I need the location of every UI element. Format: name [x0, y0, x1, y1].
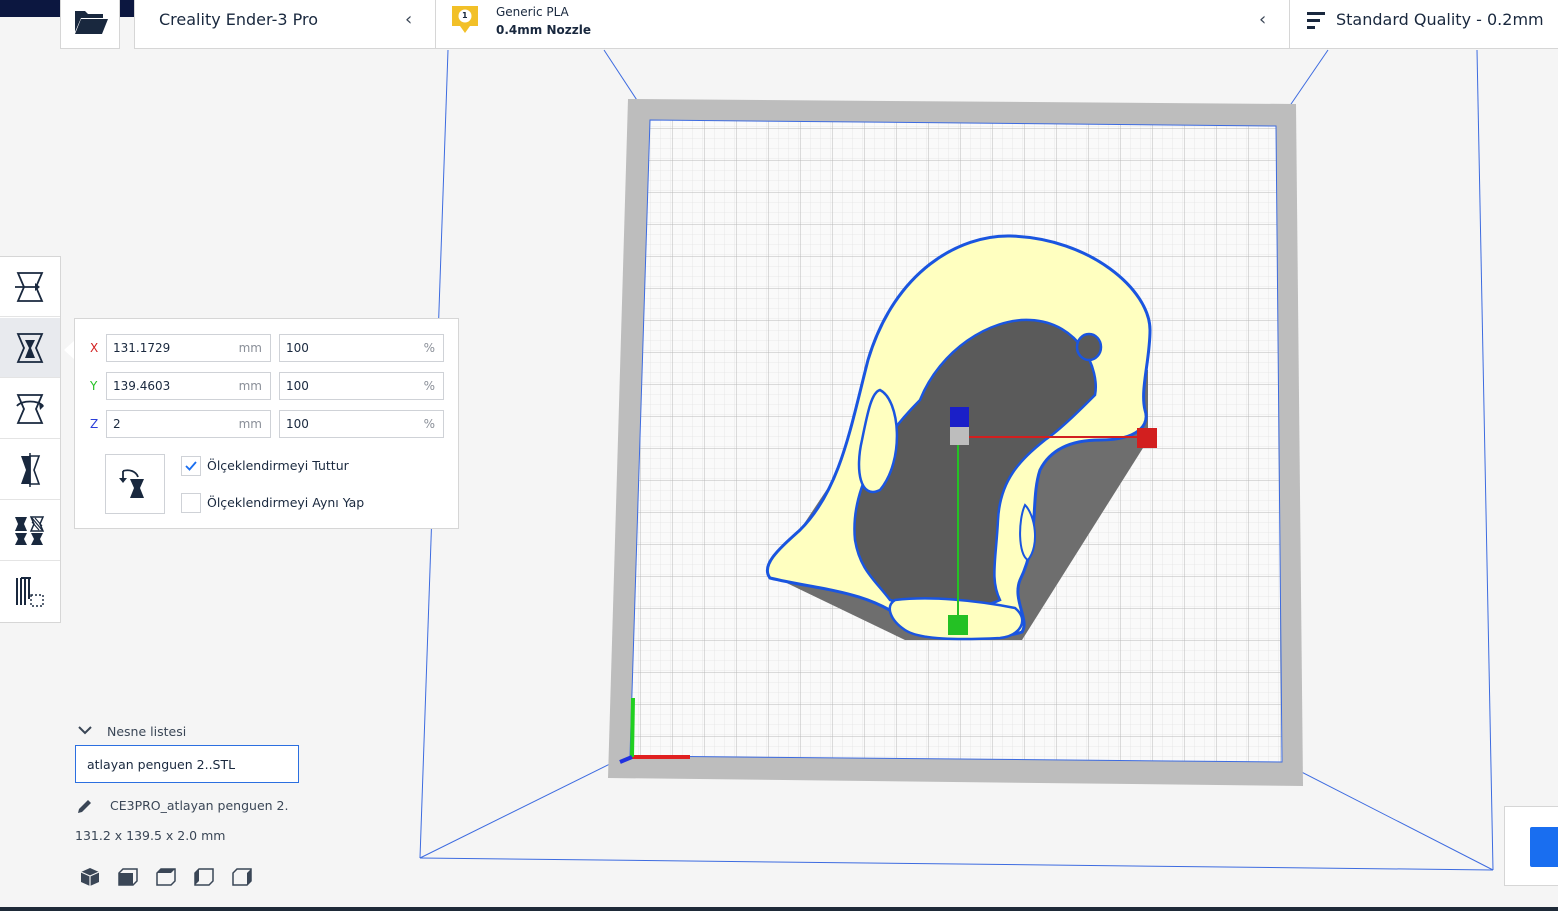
cube-right-icon [232, 868, 252, 886]
chevron-down-icon[interactable] [77, 725, 93, 737]
z-percent-field[interactable]: 100 % [279, 410, 444, 438]
keep-proportions-label: Ölçeklendirmeyi Tuttur [207, 458, 349, 473]
x-size-field[interactable]: 131.1729 mm [106, 334, 271, 362]
rotate-icon [16, 393, 44, 424]
reset-scale-button[interactable] [105, 454, 165, 514]
z-size-value: 2 [113, 417, 121, 431]
cube-3d-icon [80, 868, 100, 886]
mirror-icon [21, 452, 41, 487]
uniform-scaling-label: Ölçeklendirmeyi Aynı Yap [207, 495, 365, 510]
per-model-settings-button[interactable] [0, 501, 60, 561]
slice-button[interactable] [1530, 827, 1558, 867]
view-top-button[interactable] [152, 863, 180, 891]
x-axis-label: X [90, 341, 99, 355]
x-percent-unit: % [423, 341, 435, 355]
mirror-tool-button[interactable] [0, 440, 60, 500]
taskbar-fragment [0, 907, 1558, 911]
view-right-button[interactable] [228, 863, 256, 891]
job-name[interactable]: CE3PRO_atlayan penguen 2. [110, 798, 288, 813]
view-left-button[interactable] [190, 863, 218, 891]
scale-panel: X 131.1729 mm 100 % Y 139.4603 mm 100 % … [74, 318, 459, 529]
y-size-field[interactable]: 139.4603 mm [106, 372, 271, 400]
checkmark-icon [185, 461, 197, 471]
support-blocker-icon [16, 577, 44, 607]
scale-tool-button[interactable] [0, 318, 60, 378]
cube-front-icon [118, 868, 138, 886]
pencil-icon[interactable] [76, 797, 94, 815]
x-percent-value: 100 [286, 341, 309, 355]
tool-sidebar [0, 256, 61, 623]
x-size-unit: mm [238, 341, 262, 355]
move-tool-button[interactable] [0, 257, 60, 317]
cube-top-icon [156, 868, 176, 886]
z-axis-label: Z [90, 417, 99, 431]
keep-proportions-checkbox[interactable] [181, 456, 201, 476]
z-percent-unit: % [423, 417, 435, 431]
z-percent-value: 100 [286, 417, 309, 431]
uniform-scaling-checkbox[interactable] [181, 493, 201, 513]
view-front-button[interactable] [114, 863, 142, 891]
x-size-value: 131.1729 [113, 341, 171, 355]
y-size-value: 139.4603 [113, 379, 171, 393]
object-list-item-label: atlayan penguen 2..STL [87, 757, 236, 772]
object-list-item[interactable]: atlayan penguen 2..STL [75, 745, 299, 783]
object-list-title[interactable]: Nesne listesi [107, 724, 186, 739]
y-percent-field[interactable]: 100 % [279, 372, 444, 400]
model-dimensions: 131.2 x 139.5 x 2.0 mm [75, 828, 226, 843]
support-blocker-button[interactable] [0, 562, 60, 622]
view-3d-button[interactable] [76, 863, 104, 891]
y-axis-label: Y [90, 379, 98, 393]
rotate-tool-button[interactable] [0, 379, 60, 439]
x-percent-field[interactable]: 100 % [279, 334, 444, 362]
y-size-unit: mm [238, 379, 262, 393]
y-percent-unit: % [423, 379, 435, 393]
move-icon [15, 271, 44, 302]
per-model-settings-icon [15, 515, 45, 545]
cube-left-icon [194, 868, 214, 886]
y-percent-value: 100 [286, 379, 309, 393]
z-size-field[interactable]: 2 mm [106, 410, 271, 438]
scale-icon [16, 332, 44, 363]
reset-scale-icon [119, 469, 144, 498]
z-size-unit: mm [238, 417, 262, 431]
